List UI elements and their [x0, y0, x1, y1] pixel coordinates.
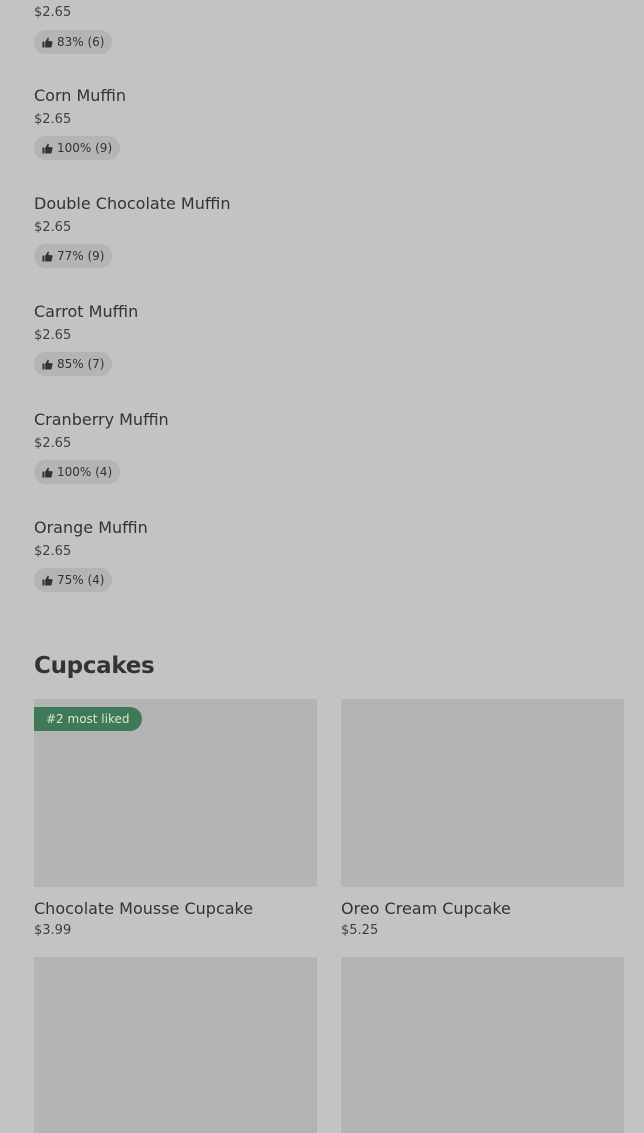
product-name: Chocolate Mousse Cupcake — [34, 899, 254, 918]
rating-badge: 75% (4) — [34, 568, 113, 592]
menu-page: $2.65 83% (6) Corn Muffin $2.65 100% (9)… — [0, 0, 644, 1133]
menu-item[interactable]: Carrot Muffin $2.65 85% (7) — [34, 302, 624, 402]
item-price: $2.65 — [34, 5, 72, 20]
item-name: Double Chocolate Muffin — [34, 194, 231, 213]
thumbs-up-icon — [42, 359, 53, 370]
rating-text: 77% (9) — [57, 249, 105, 263]
thumbs-up-icon — [42, 575, 53, 586]
item-name: Orange Muffin — [34, 518, 148, 537]
menu-item[interactable]: Double Chocolate Muffin $2.65 77% (9) — [34, 194, 624, 294]
product-name: Oreo Cream Cupcake — [341, 899, 511, 918]
section-title: Cupcakes — [34, 653, 155, 679]
product-price: $5.25 — [341, 923, 379, 938]
product-image — [34, 957, 317, 1133]
thumbs-up-icon — [42, 467, 53, 478]
rating-text: 75% (4) — [57, 573, 105, 587]
item-price: $2.65 — [34, 328, 72, 343]
rating-text: 100% (4) — [57, 465, 113, 479]
rating-text: 83% (6) — [57, 35, 105, 49]
rating-badge: 100% (9) — [34, 136, 121, 160]
thumbs-up-icon — [42, 37, 53, 48]
rating-text: 85% (7) — [57, 357, 105, 371]
item-name: Carrot Muffin — [34, 302, 139, 321]
menu-item[interactable]: Orange Muffin $2.65 75% (4) — [34, 518, 624, 618]
thumbs-up-icon — [42, 251, 53, 262]
menu-item[interactable]: Cranberry Muffin $2.65 100% (4) — [34, 410, 624, 510]
rating-text: 100% (9) — [57, 141, 113, 155]
item-price: $2.65 — [34, 544, 72, 559]
item-name: Corn Muffin — [34, 86, 127, 105]
item-name: Cranberry Muffin — [34, 410, 169, 429]
rating-badge: 83% (6) — [34, 30, 113, 54]
thumbs-up-icon — [42, 143, 53, 154]
product-price: $3.99 — [34, 923, 72, 938]
rating-badge: 100% (4) — [34, 460, 121, 484]
item-price: $2.65 — [34, 220, 72, 235]
item-price: $2.65 — [34, 112, 72, 127]
most-liked-badge: #2 most liked — [34, 707, 142, 731]
product-image — [341, 699, 624, 887]
product-image — [341, 957, 624, 1133]
item-price: $2.65 — [34, 436, 72, 451]
rating-badge: 85% (7) — [34, 352, 113, 376]
rating-badge: 77% (9) — [34, 244, 113, 268]
menu-item[interactable]: Corn Muffin $2.65 100% (9) — [34, 86, 624, 186]
